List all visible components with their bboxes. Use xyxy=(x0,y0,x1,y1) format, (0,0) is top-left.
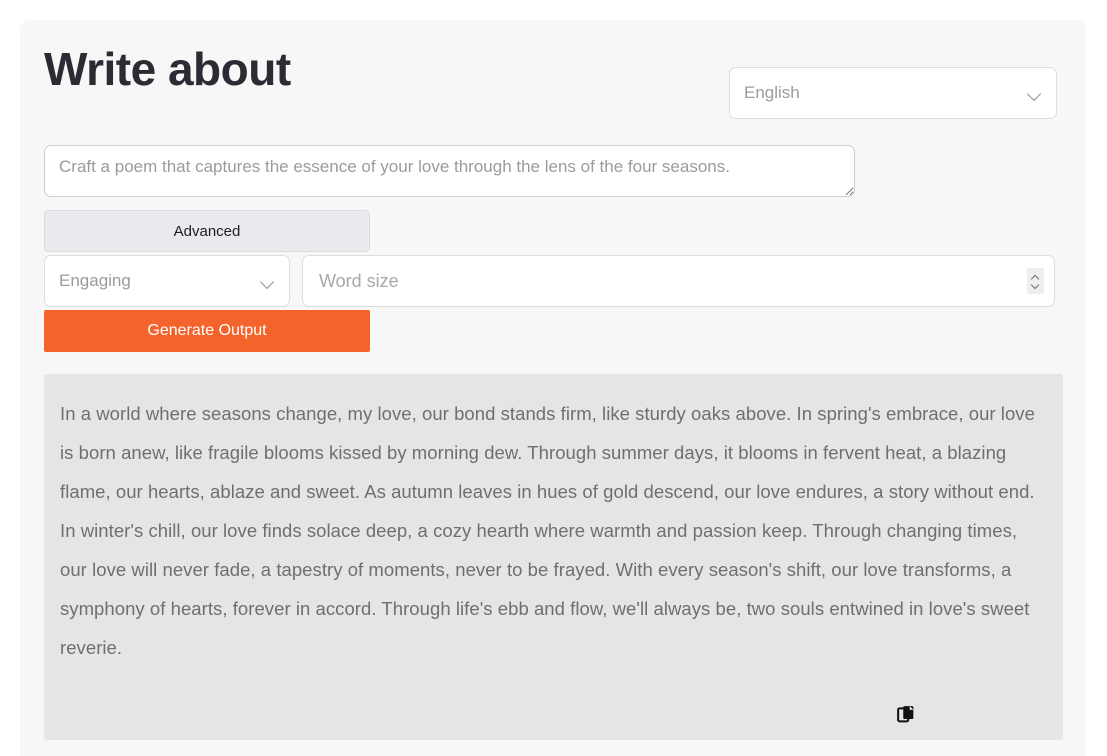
language-select[interactable]: English xyxy=(729,67,1057,119)
spinner-down-icon[interactable] xyxy=(1032,283,1039,288)
tone-select-value: Engaging xyxy=(59,271,131,290)
language-select-value: English xyxy=(744,83,800,102)
word-size-field[interactable] xyxy=(302,255,1055,307)
chevron-down-icon xyxy=(261,277,275,286)
chevron-down-icon xyxy=(1028,89,1042,98)
page-title: Write about xyxy=(44,43,291,95)
advanced-button[interactable]: Advanced xyxy=(44,210,370,252)
main-card: Write about English Advanced Engaging Ge… xyxy=(20,20,1086,756)
tone-select[interactable]: Engaging xyxy=(44,255,290,307)
generate-output-button[interactable]: Generate Output xyxy=(44,310,370,352)
word-size-input[interactable] xyxy=(317,269,1027,293)
copy-icon[interactable] xyxy=(894,702,918,726)
app-root: Write about English Advanced Engaging Ge… xyxy=(0,0,1107,756)
spinner-up-icon[interactable] xyxy=(1032,275,1039,280)
prompt-input[interactable] xyxy=(44,145,855,197)
output-text: In a world where seasons change, my love… xyxy=(60,403,1035,658)
number-spinner-icon[interactable] xyxy=(1027,268,1044,294)
output-panel: In a world where seasons change, my love… xyxy=(44,374,1063,740)
